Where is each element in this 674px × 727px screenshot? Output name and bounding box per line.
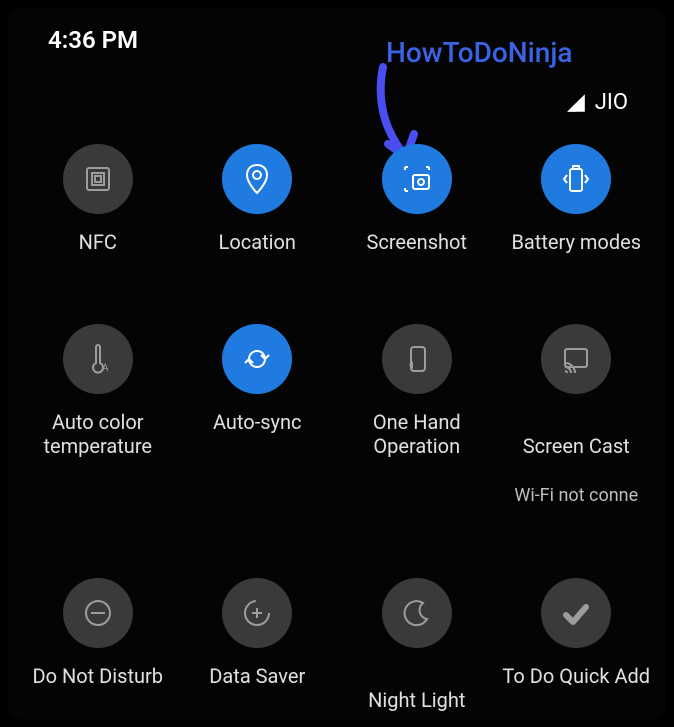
tile-battery-modes[interactable]: Battery modes — [497, 144, 657, 254]
tile-label: Data Saver — [209, 664, 305, 688]
tile-todo-quick-add[interactable]: To Do Quick Add — [497, 578, 657, 727]
location-icon — [222, 144, 292, 214]
svg-text:A: A — [102, 363, 109, 374]
tile-label: NFC — [79, 230, 117, 254]
tile-auto-color-temp[interactable]: A Auto color temperature — [18, 324, 178, 508]
dnd-icon — [63, 578, 133, 648]
watermark-text: HowToDoNinja — [386, 36, 572, 69]
tile-label: To Do Quick Add — [502, 664, 650, 688]
data-saver-icon — [222, 578, 292, 648]
tile-data-saver[interactable]: Data Saver — [178, 578, 338, 727]
tile-label: Screen Cast Wi-Fi not conne — [514, 410, 638, 508]
tile-sublabel: Wi-Fi not conne — [514, 485, 638, 506]
check-icon — [541, 578, 611, 648]
tile-label: One Hand Operation — [337, 410, 497, 458]
tile-auto-sync[interactable]: Auto-sync — [178, 324, 338, 508]
sync-icon — [222, 324, 292, 394]
tile-label: Screenshot — [367, 230, 467, 254]
tile-night-light[interactable]: Night Light On at sunset — [337, 578, 497, 727]
tile-label: Auto color temperature — [18, 410, 178, 458]
tiles-grid: NFC Location Screenshot — [8, 144, 666, 727]
nfc-icon — [63, 144, 133, 214]
signal-icon — [565, 92, 587, 114]
cast-icon — [541, 324, 611, 394]
tile-screen-cast[interactable]: Screen Cast Wi-Fi not conne — [497, 324, 657, 508]
tile-label: Auto-sync — [213, 410, 302, 434]
tile-nfc[interactable]: NFC — [18, 144, 178, 254]
tile-location[interactable]: Location — [178, 144, 338, 254]
tile-label: Battery modes — [511, 230, 641, 254]
tile-label: Night Light On at sunset — [366, 664, 467, 727]
status-time: 4:36 PM — [48, 26, 138, 54]
tile-label: Location — [219, 230, 296, 254]
tile-one-hand[interactable]: One Hand Operation — [337, 324, 497, 508]
one-hand-icon — [382, 324, 452, 394]
network-status: JIO — [565, 90, 628, 115]
thermometer-icon: A — [63, 324, 133, 394]
tile-screenshot[interactable]: Screenshot — [337, 144, 497, 254]
carrier-label: JIO — [595, 90, 628, 115]
moon-icon — [382, 578, 452, 648]
screenshot-icon — [382, 144, 452, 214]
tile-label: Do Not Disturb — [32, 664, 163, 688]
tile-dnd[interactable]: Do Not Disturb — [18, 578, 178, 727]
battery-icon — [541, 144, 611, 214]
quick-settings-panel: 4:36 PM HowToDoNinja JIO NFC Location — [8, 8, 666, 719]
